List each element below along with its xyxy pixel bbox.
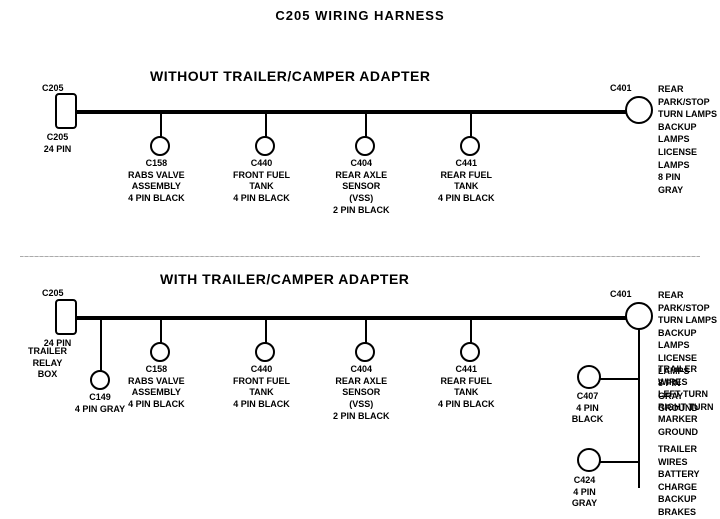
c440-top-connector — [255, 136, 275, 156]
bot-main-line — [65, 316, 635, 320]
c401-bot-connector — [625, 302, 653, 330]
c440-bot-vline — [265, 316, 267, 344]
c441-bot-label: C441REAR FUELTANK4 PIN BLACK — [438, 364, 495, 411]
c205-bot-id: C205 — [42, 288, 64, 300]
c205-bot-connector — [55, 299, 77, 335]
c407-hline — [600, 378, 640, 380]
c424-hline — [600, 461, 640, 463]
c424-desc: TRAILER WIRESBATTERY CHARGEBACKUPBRAKES — [658, 443, 720, 519]
c407-connector — [577, 365, 601, 389]
c441-bot-vline — [470, 316, 472, 344]
c401-top-id: C401 — [610, 83, 632, 95]
c158-top-label: C158RABS VALVEASSEMBLY4 PIN BLACK — [128, 158, 185, 205]
c404-bot-connector — [355, 342, 375, 362]
c158-bot-connector — [150, 342, 170, 362]
c404-top-label: C404REAR AXLESENSOR(VSS)2 PIN BLACK — [333, 158, 390, 216]
top-main-line — [65, 110, 635, 114]
c205-top-connector — [55, 93, 77, 129]
c149-label: C1494 PIN GRAY — [70, 392, 130, 415]
c404-bot-vline — [365, 316, 367, 344]
c158-top-connector — [150, 136, 170, 156]
c401-top-connector — [625, 96, 653, 124]
c441-bot-connector — [460, 342, 480, 362]
c440-bot-connector — [255, 342, 275, 362]
c441-top-vline — [470, 110, 472, 138]
c424-connector — [577, 448, 601, 472]
c404-top-connector — [355, 136, 375, 156]
c440-top-vline — [265, 110, 267, 138]
section2-title: WITH TRAILER/CAMPER ADAPTER — [160, 271, 409, 287]
right-branch-vline — [638, 328, 640, 488]
c407-label: C4074 PINBLACK — [560, 391, 615, 426]
c158-bot-vline — [160, 316, 162, 344]
c404-top-vline — [365, 110, 367, 138]
c401-bot-id: C401 — [610, 289, 632, 301]
c158-top-vline — [160, 110, 162, 138]
c441-top-connector — [460, 136, 480, 156]
c440-bot-label: C440FRONT FUELTANK4 PIN BLACK — [233, 364, 290, 411]
section1-title: WITHOUT TRAILER/CAMPER ADAPTER — [150, 68, 430, 84]
c407-desc: TRAILER WIRESLEFT TURNRIGHT TURNMARKERGR… — [658, 363, 720, 439]
trailer-relay-vline — [100, 316, 102, 356]
c441-top-label: C441REAR FUELTANK4 PIN BLACK — [438, 158, 495, 205]
c205-top-label: C20524 PIN — [30, 132, 85, 155]
c401-top-label: REAR PARK/STOPTURN LAMPSBACKUP LAMPSLICE… — [658, 83, 720, 196]
c440-top-label: C440FRONT FUELTANK4 PIN BLACK — [233, 158, 290, 205]
trailer-relay-label: TRAILERRELAYBOX — [28, 346, 67, 381]
c205-top-id: C205 — [42, 83, 64, 95]
c149-connector — [90, 370, 110, 390]
diagram-area: WITHOUT TRAILER/CAMPER ADAPTER C20524 PI… — [0, 28, 720, 498]
page-title: C205 WIRING HARNESS — [0, 0, 720, 23]
c424-label: C4244 PINGRAY — [557, 475, 612, 510]
c158-bot-label: C158RABS VALVEASSEMBLY4 PIN BLACK — [128, 364, 185, 411]
c404-bot-label: C404REAR AXLESENSOR(VSS)2 PIN BLACK — [333, 364, 390, 422]
section-divider — [20, 256, 700, 257]
